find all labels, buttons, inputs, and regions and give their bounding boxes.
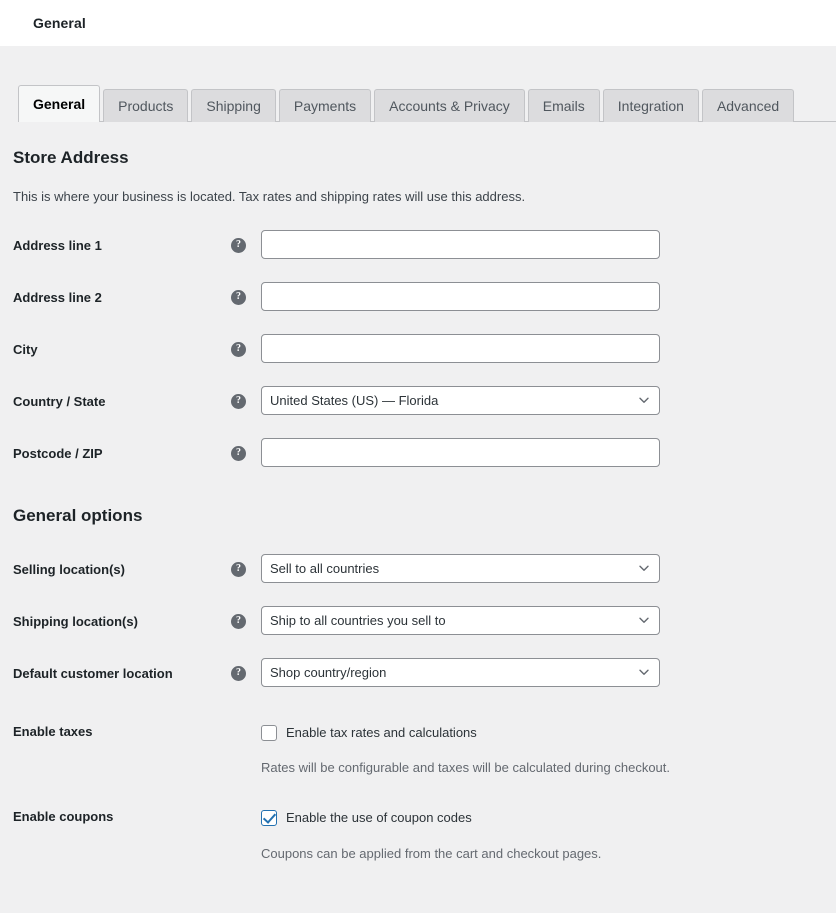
store-address-heading: Store Address [13,147,836,169]
address-1-label: Address line 1 [13,230,231,255]
address-1-field-wrap [261,230,836,259]
default-customer-location-value: Shop country/region [270,665,386,680]
country-state-label: Country / State [13,386,231,411]
selling-locations-field-wrap: Sell to all countries [261,554,836,583]
tab-products[interactable]: Products [103,89,188,122]
enable-taxes-label: Enable taxes [13,719,231,741]
field-row-enable-taxes: Enable taxes Enable tax rates and calcul… [13,719,836,778]
tab-label: Advanced [717,99,779,113]
tab-integration[interactable]: Integration [603,89,699,122]
country-state-field-wrap: United States (US) — Florida [261,386,836,415]
city-field-wrap [261,334,836,363]
enable-coupons-label: Enable coupons [13,804,231,826]
field-row-postcode: Postcode / ZIP ? [13,438,836,467]
store-address-description: This is where your business is located. … [13,187,836,207]
tab-payments[interactable]: Payments [279,89,371,122]
city-label: City [13,334,231,359]
help-icon[interactable]: ? [231,666,246,681]
selling-locations-select[interactable]: Sell to all countries [261,554,660,583]
chevron-down-icon [638,394,650,406]
shipping-locations-label: Shipping location(s) [13,606,231,631]
selling-locations-value: Sell to all countries [270,561,379,576]
chevron-down-icon [638,666,650,678]
tab-label: Accounts & Privacy [389,99,510,113]
general-options-heading: General options [13,505,836,527]
field-row-country-state: Country / State ? United States (US) — F… [13,386,836,415]
address-2-label: Address line 2 [13,282,231,307]
address-2-help-wrap: ? [231,282,261,305]
tab-label: Emails [543,99,585,113]
enable-taxes-spacer [231,719,261,727]
help-icon[interactable]: ? [231,394,246,409]
field-row-address-2: Address line 2 ? [13,282,836,311]
shipping-locations-field-wrap: Ship to all countries you sell to [261,606,836,635]
settings-content: Store Address This is where your busines… [0,147,836,863]
page-title: General [33,15,86,31]
postcode-help-wrap: ? [231,438,261,461]
tab-label: Payments [294,99,356,113]
enable-taxes-checkbox-label[interactable]: Enable tax rates and calculations [286,724,477,742]
tab-label: General [33,97,85,111]
address-2-field-wrap [261,282,836,311]
country-state-help-wrap: ? [231,386,261,409]
address-1-input[interactable] [261,230,660,259]
selling-locations-label: Selling location(s) [13,554,231,579]
enable-coupons-checkbox[interactable] [261,810,277,826]
field-row-enable-coupons: Enable coupons Enable the use of coupon … [13,804,836,863]
tab-advanced[interactable]: Advanced [702,89,794,122]
default-customer-location-select[interactable]: Shop country/region [261,658,660,687]
field-row-selling-locations: Selling location(s) ? Sell to all countr… [13,554,836,583]
selling-locations-help-wrap: ? [231,554,261,577]
shipping-locations-select[interactable]: Ship to all countries you sell to [261,606,660,635]
field-row-city: City ? [13,334,836,363]
tab-label: Shipping [206,99,261,113]
tab-accounts-privacy[interactable]: Accounts & Privacy [374,89,525,122]
chevron-down-icon [638,562,650,574]
help-icon[interactable]: ? [231,614,246,629]
field-row-shipping-locations: Shipping location(s) ? Ship to all count… [13,606,836,635]
enable-taxes-checkbox-line: Enable tax rates and calculations [261,719,836,742]
help-icon[interactable]: ? [231,446,246,461]
tab-emails[interactable]: Emails [528,89,600,122]
tab-label: Integration [618,99,684,113]
tab-label: Products [118,99,173,113]
enable-coupons-checkbox-line: Enable the use of coupon codes [261,804,836,827]
help-icon[interactable]: ? [231,238,246,253]
postcode-field-wrap [261,438,836,467]
postcode-label: Postcode / ZIP [13,438,231,463]
help-icon[interactable]: ? [231,290,246,305]
country-state-select[interactable]: United States (US) — Florida [261,386,660,415]
enable-coupons-hint: Coupons can be applied from the cart and… [261,844,836,864]
address-2-input[interactable] [261,282,660,311]
tab-shipping[interactable]: Shipping [191,89,276,122]
settings-tabs: General Products Shipping Payments Accou… [18,85,836,122]
default-customer-location-help-wrap: ? [231,658,261,681]
address-1-help-wrap: ? [231,230,261,253]
default-customer-location-field-wrap: Shop country/region [261,658,836,687]
help-icon[interactable]: ? [231,342,246,357]
page-header: General [0,0,836,46]
settings-tabs-container: General Products Shipping Payments Accou… [0,46,836,122]
postcode-input[interactable] [261,438,660,467]
chevron-down-icon [638,614,650,626]
enable-taxes-checkbox[interactable] [261,725,277,741]
tab-general[interactable]: General [18,85,100,122]
country-state-value: United States (US) — Florida [270,393,438,408]
help-icon[interactable]: ? [231,562,246,577]
city-input[interactable] [261,334,660,363]
enable-taxes-field-wrap: Enable tax rates and calculations Rates … [261,719,836,778]
city-help-wrap: ? [231,334,261,357]
field-row-address-1: Address line 1 ? [13,230,836,259]
enable-taxes-hint: Rates will be configurable and taxes wil… [261,758,836,778]
default-customer-location-label: Default customer location [13,658,231,683]
enable-coupons-spacer [231,804,261,812]
shipping-locations-help-wrap: ? [231,606,261,629]
field-row-default-customer-location: Default customer location ? Shop country… [13,658,836,687]
enable-coupons-field-wrap: Enable the use of coupon codes Coupons c… [261,804,836,863]
shipping-locations-value: Ship to all countries you sell to [270,613,446,628]
enable-coupons-checkbox-label[interactable]: Enable the use of coupon codes [286,809,472,827]
